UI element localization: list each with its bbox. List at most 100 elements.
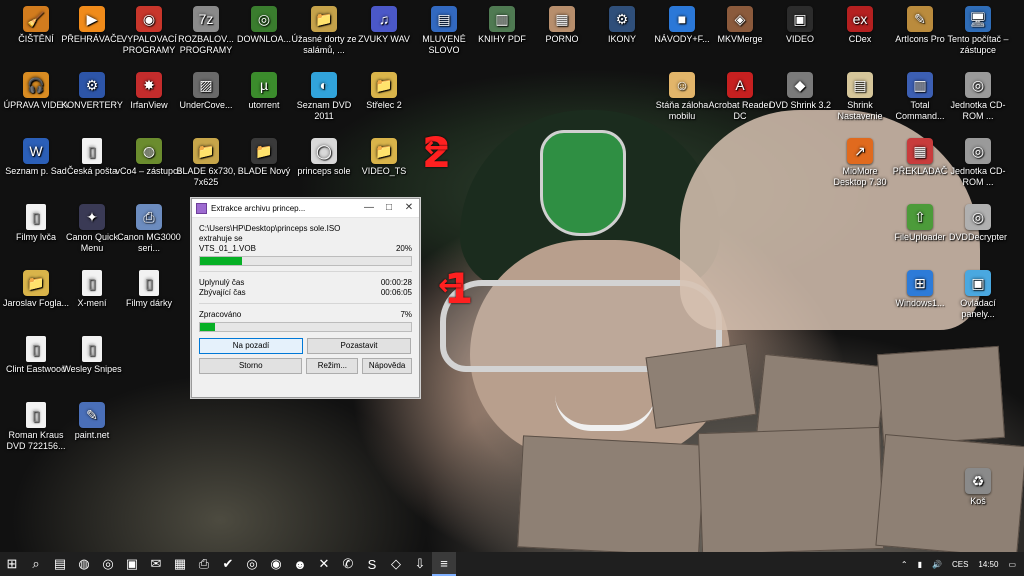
desktop-icon-label: PORNO <box>545 34 579 44</box>
taskbar-icon-6[interactable]: ✉ <box>144 552 168 576</box>
help-button[interactable]: Nápověda <box>362 358 412 374</box>
desktop-icon-image: ◎ <box>965 138 991 164</box>
taskbar-icon-9[interactable]: ✔ <box>216 552 240 576</box>
desktop-icon-image: ◎ <box>251 6 277 32</box>
desktop-icon-dvdshrink[interactable]: ◆ DVD Shrink 3.2 <box>766 72 834 111</box>
desktop-icon-wesley[interactable]: ▯ Wesley Snipes <box>58 336 126 375</box>
desktop-icon-princepssole[interactable]: ◯ princeps sole <box>290 138 358 177</box>
system-tray: ⌃ ▮ 🔊 CES 14:50 ▭ <box>901 560 1024 569</box>
taskbar-icon-10[interactable]: ◎ <box>240 552 264 576</box>
desktop-icon-label: Ovládací panely... <box>960 298 996 319</box>
taskbar-icon-11[interactable]: ◉ <box>264 552 288 576</box>
annotation-arrow-2: ← <box>424 130 450 165</box>
taskbar-icon-15[interactable]: S <box>360 552 384 576</box>
taskbar-icon-13[interactable]: ✕ <box>312 552 336 576</box>
desktop-icon-label: Úžasné dorty ze salámů, ... <box>291 34 357 55</box>
close-icon[interactable]: ✕ <box>399 199 419 217</box>
desktop-icon-kos[interactable]: ♻ Koš <box>944 468 1012 507</box>
desktop-icon-shrinknast[interactable]: ▤ Shrink Nastavenie <box>826 72 894 122</box>
desktop-icon-label: DVD Shrink 3.2 <box>768 100 832 110</box>
desktop-icon-image: W <box>23 138 49 164</box>
desktop-icon-bladenovy[interactable]: 📁 BLADE Nový <box>230 138 298 177</box>
desktop-icon-utorrent[interactable]: µ utorrent <box>230 72 298 111</box>
desktop-icon-image: µ <box>251 72 277 98</box>
desktop-icon-label: Jednotka CD-ROM ... <box>950 100 1006 121</box>
desktop-icon-knihypdf[interactable]: ▥ KNIHY PDF <box>468 6 536 45</box>
desktop-icon-videots[interactable]: 📁 VIDEO_TS <box>350 138 418 177</box>
desktop-icon-image: ♫ <box>371 6 397 32</box>
desktop-icon-mkvmerge[interactable]: ◈ MKVMerge <box>706 6 774 45</box>
language-indicator[interactable]: CES <box>952 560 968 569</box>
taskbar-icon-8[interactable]: ⎙ <box>192 552 216 576</box>
network-icon[interactable]: ▮ <box>918 560 922 569</box>
show-hidden-icon[interactable]: ⌃ <box>901 560 908 569</box>
desktop-icon-image: 📁 <box>371 72 397 98</box>
desktop-icon-seznamdvd[interactable]: ◐ Seznam DVD 2011 <box>290 72 358 122</box>
volume-icon[interactable]: 🔊 <box>932 560 942 569</box>
desktop-icon-download[interactable]: ◎ DOWNLOA... <box>230 6 298 45</box>
divider <box>199 271 412 272</box>
desktop-icon-video[interactable]: ▣ VIDEO <box>766 6 834 45</box>
pause-button[interactable]: Pozastavit <box>307 338 411 354</box>
desktop-icon-filmydarky[interactable]: ▯ Filmy dárky <box>115 270 183 309</box>
taskbar-icon-7[interactable]: ▦ <box>168 552 192 576</box>
desktop-icon-tentopc[interactable]: 🖥 Tento počítač – zástupce <box>944 6 1012 56</box>
minimize-icon[interactable]: — <box>359 199 379 217</box>
notification-icon[interactable]: ▭ <box>1008 560 1016 569</box>
desktop-icon-image: ◍ <box>136 138 162 164</box>
annotation-arrow-1: ← <box>438 268 464 303</box>
desktop-icon-jednotka1[interactable]: ◎ Jednotka CD-ROM ... <box>944 72 1012 122</box>
desktop-icon-image: ▣ <box>965 270 991 296</box>
taskbar-icon-14[interactable]: ✆ <box>336 552 360 576</box>
current-file: VTS_01_1.VOB <box>199 244 256 253</box>
desktop-icon-image: ↗ <box>847 138 873 164</box>
desktop-icon-paintnet[interactable]: ✎ paint.net <box>58 402 126 441</box>
dialog-titlebar[interactable]: Extrakce archivu princep... — □ ✕ <box>192 199 419 218</box>
background-button[interactable]: Na pozadí <box>199 338 303 354</box>
taskbar-icon-16[interactable]: ◇ <box>384 552 408 576</box>
wallpaper-badge <box>540 130 626 236</box>
mode-button[interactable]: Režim... <box>306 358 359 374</box>
wallpaper-brick <box>517 435 705 557</box>
desktop-icon-label: DVDDecrypter <box>948 232 1007 242</box>
desktop-icon-ovladaci[interactable]: ▣ Ovládací panely... <box>944 270 1012 320</box>
desktop-icon-jednotka2[interactable]: ◎ Jednotka CD-ROM ... <box>944 138 1012 188</box>
taskbar-icon-4[interactable]: ◎ <box>96 552 120 576</box>
desktop-icon-label: Tento počítač – zástupce <box>947 34 1009 55</box>
desktop-icon-image: ▯ <box>82 138 102 164</box>
wallpaper-brick <box>645 343 757 429</box>
desktop-icon-image: ▯ <box>139 270 159 296</box>
desktop-icon-cdex[interactable]: ex CDex <box>826 6 894 45</box>
desktop-icon-image: ▯ <box>82 270 102 296</box>
taskbar-icon-1[interactable]: ⌕ <box>24 552 48 576</box>
taskbar-icon-2[interactable]: ▤ <box>48 552 72 576</box>
maximize-icon[interactable]: □ <box>379 199 399 217</box>
taskbar-icon-17[interactable]: ⇩ <box>408 552 432 576</box>
desktop-icon-image: ◯ <box>311 138 337 164</box>
desktop-icon-miomore[interactable]: ↗ MioMore Desktop 7.30 <box>826 138 894 188</box>
desktop-icon-image: A <box>727 72 753 98</box>
clock[interactable]: 14:50 <box>978 560 998 569</box>
desktop-icon-image: ☺ <box>669 72 695 98</box>
desktop-icon-canonmg[interactable]: ⎙ Canon MG3000 seri... <box>115 204 183 254</box>
file-progress-fill <box>200 257 243 265</box>
taskbar-icon-5[interactable]: ▣ <box>120 552 144 576</box>
desktop-icon-ikony[interactable]: ⚙ IKONY <box>588 6 656 45</box>
desktop-icon-dorty[interactable]: 📁 Úžasné dorty ze salámů, ... <box>290 6 358 56</box>
desktop-icon-dvddecrypter[interactable]: ◎ DVDDecrypter <box>944 204 1012 243</box>
taskbar-icon-3[interactable]: ◍ <box>72 552 96 576</box>
cancel-button[interactable]: Storno <box>199 358 303 374</box>
desktop-icon-zvukywav[interactable]: ♫ ZVUKY WAV <box>350 6 418 45</box>
taskbar-icon-12[interactable]: ☻ <box>288 552 312 576</box>
desktop-icon-label: Shrink Nastavenie <box>837 100 883 121</box>
desktop-icon-acrobat[interactable]: A Acrobat Reader DC <box>706 72 774 122</box>
processed-label: Zpracováno <box>199 310 242 319</box>
wallpaper-brick <box>876 345 1006 447</box>
taskbar-icon-0[interactable]: ⊞ <box>0 552 24 576</box>
extraction-dialog[interactable]: Extrakce archivu princep... — □ ✕ C:\Use… <box>191 198 420 398</box>
desktop-icon-porno[interactable]: ▦ PORNO <box>528 6 596 45</box>
desktop-icon-strelec[interactable]: 📁 Střelec 2 <box>350 72 418 111</box>
desktop-icon-label: Acrobat Reader DC <box>708 100 772 121</box>
taskbar-icon-18[interactable]: ≡ <box>432 552 456 576</box>
desktop-icon-image: ▶ <box>79 6 105 32</box>
